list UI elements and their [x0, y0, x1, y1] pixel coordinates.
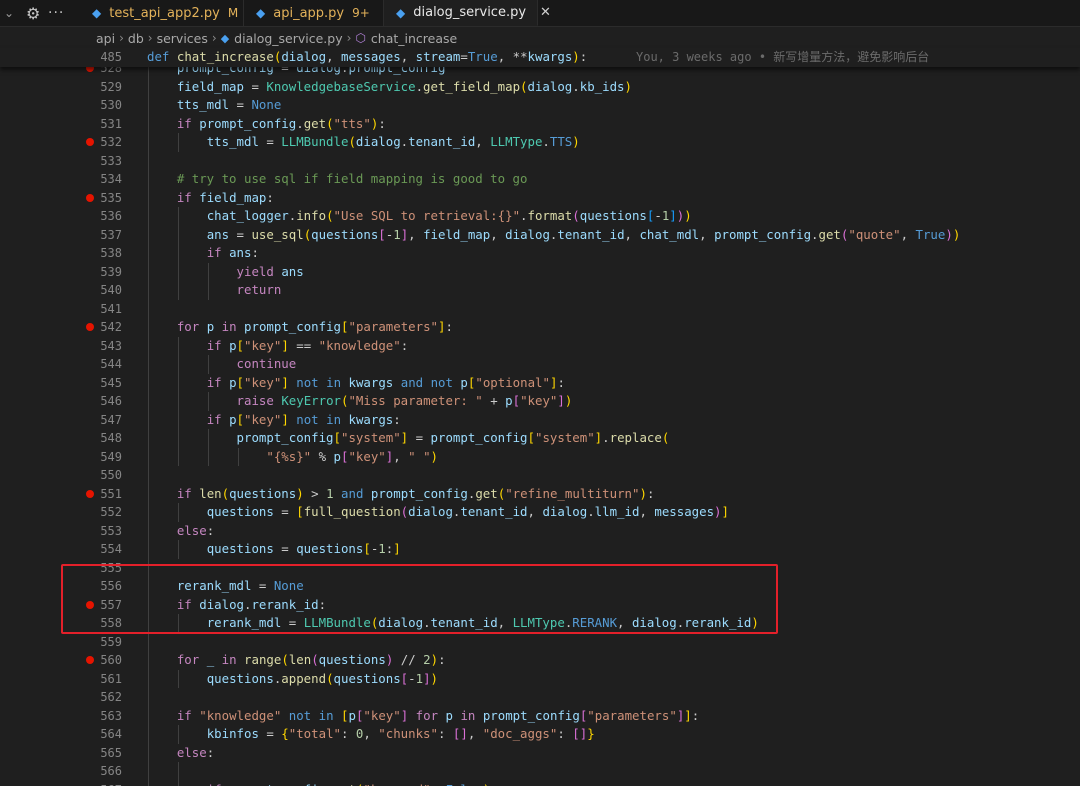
code-line: prompt_config["system"] = prompt_config[… [236, 430, 670, 445]
line-number: 566 [100, 764, 122, 778]
code-line: else: [176, 744, 215, 760]
code-line: questions = [full_question(dialog.tenant… [206, 504, 729, 519]
git-blame-annotation: You, 3 weeks ago • 新写增量方法，避免影响后台 [636, 50, 930, 64]
gutter-row: 566 [0, 762, 1080, 781]
tab-label: test_api_app2.py [109, 5, 220, 21]
code-line: field_map = KnowledgebaseService.get_fie… [176, 78, 632, 94]
line-number: 533 [100, 153, 122, 168]
code-line: if ans: [206, 245, 259, 260]
modified-badge: M [227, 6, 239, 20]
python-file-icon: ◆ [256, 6, 266, 20]
code-line: tts_mdl = LLMBundle(dialog.tenant_id, LL… [206, 134, 580, 149]
tab-label: dialog_service.py [413, 5, 527, 20]
gutter-row: 550 [0, 466, 1080, 485]
code-line: # try to use sql if field mapping is goo… [176, 171, 528, 186]
tab-bar: ⌄ ⚙ ··· ◆ test_api_app2.py M ◆ api_app.p… [0, 0, 1080, 27]
code-line: for _ in range(len(questions) // 2): [176, 652, 446, 667]
code-line: if len(questions) > 1 and prompt_config.… [176, 485, 655, 501]
code-line: return [236, 282, 282, 297]
tab-dialog-service[interactable]: ◆ dialog_service.py ✕ [384, 0, 551, 26]
python-file-icon: ◆ [220, 31, 230, 45]
highlight-annotation-box [61, 564, 778, 634]
line-number: 559 [100, 634, 122, 649]
code-line: for p in prompt_config["parameters"]: [176, 319, 453, 334]
problems-badge: 9+ [352, 6, 370, 20]
chevron-down-icon[interactable]: ⌄ [4, 0, 14, 26]
python-file-icon: ◆ [92, 6, 102, 20]
line-number: 485 [100, 50, 122, 64]
code-line: else: [176, 522, 215, 538]
sticky-code: def chat_increase(dialog, messages, stre… [147, 49, 588, 64]
python-file-icon: ◆ [396, 5, 406, 20]
line-number: 550 [100, 468, 122, 482]
code-line: if p["key"] == "knowledge": [206, 337, 409, 353]
code-line: ans = use_sql(questions[-1], field_map, … [206, 226, 961, 242]
chevron-right-icon: › [346, 31, 352, 45]
sticky-scroll-header[interactable]: 485 def chat_increase(dialog, messages, … [0, 48, 1080, 67]
code-line: if "knowledge" not in [p["key"] for p in… [176, 707, 700, 723]
code-line: if p["key"] not in kwargs: [206, 411, 401, 427]
breadcrumb-item[interactable]: services [157, 31, 208, 46]
code-line: yield ans [236, 263, 304, 279]
code-line: continue [236, 356, 297, 371]
code-line: kbinfos = {"total": 0, "chunks": [], "do… [206, 726, 595, 741]
gear-icon[interactable]: ⚙ [26, 0, 40, 26]
line-number: 541 [100, 301, 122, 316]
chevron-right-icon: › [211, 31, 217, 45]
method-cube-icon: ⬡ [355, 31, 366, 45]
code-line: questions = questions[-1:] [206, 541, 401, 556]
breadcrumb-item[interactable]: chat_increase [371, 31, 457, 46]
code-line: if field_map: [176, 189, 274, 205]
code-editor[interactable]: 528 529 530 531 532 533 534 535 536 537 538 539 540 5… [0, 48, 1080, 786]
code-line: raise KeyError("Miss parameter: " + p["k… [236, 393, 573, 408]
code-line: if prompt_config.get("tts"): [176, 115, 386, 131]
tab-test-api-app2[interactable]: ◆ test_api_app2.py M [80, 0, 244, 26]
line-number: 562 [100, 690, 122, 704]
gutter-row: 562 [0, 688, 1080, 707]
chevron-right-icon: › [147, 31, 153, 45]
gutter-row: 559 [0, 633, 1080, 652]
code-line: if p["key"] not in kwargs and not p["opt… [206, 374, 565, 390]
breadcrumb: api › db › services › ◆ dialog_service.p… [96, 28, 457, 48]
code-line: if prompt_config.get("keyword", False): [0, 781, 1080, 786]
breadcrumb-item[interactable]: db [128, 31, 144, 46]
tab-api-app[interactable]: ◆ api_app.py 9+ [244, 0, 384, 26]
code-line: tts_mdl = None [176, 97, 282, 112]
gutter-row: 533 [0, 152, 1080, 171]
tab-label: api_app.py [273, 5, 345, 21]
breadcrumb-item[interactable]: api [96, 31, 115, 46]
code-line: "{%s}" % p["key"], " ") [266, 448, 439, 464]
breadcrumb-item[interactable]: dialog_service.py [234, 31, 342, 46]
gutter-row: 541 [0, 300, 1080, 319]
more-icon[interactable]: ··· [48, 0, 64, 26]
code-line: chat_logger.info("Use SQL to retrieval:{… [206, 208, 692, 223]
close-icon[interactable]: ✕ [540, 5, 551, 20]
code-line: questions.append(questions[-1]) [206, 670, 439, 686]
chevron-right-icon: › [119, 31, 124, 45]
